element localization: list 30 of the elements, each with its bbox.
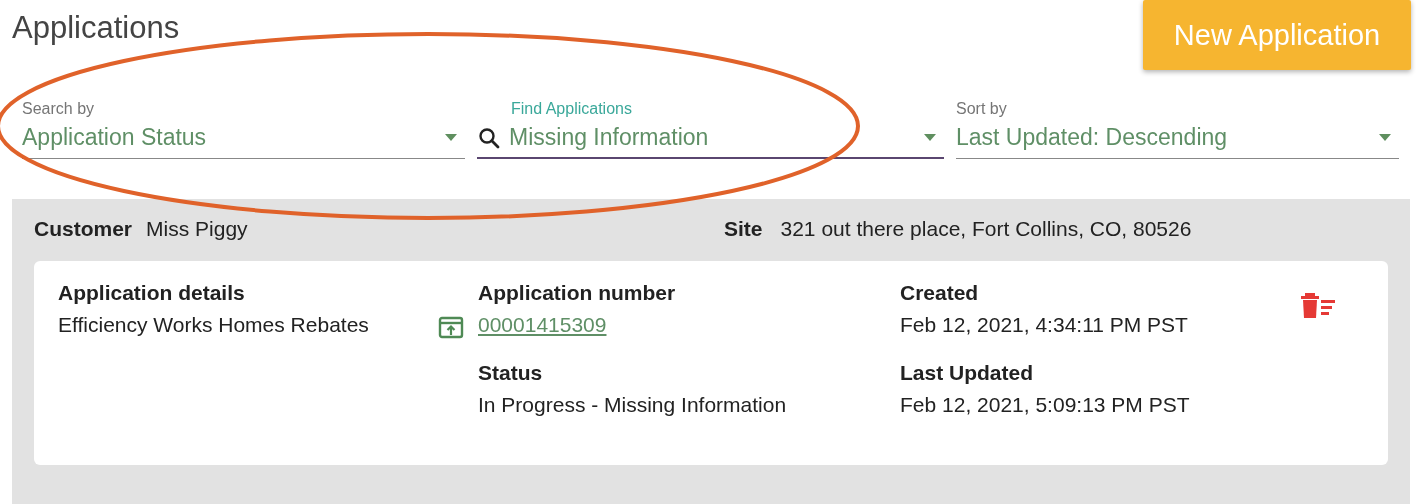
last-updated-label: Last Updated [900, 361, 1034, 385]
details-label: Application details [58, 281, 246, 305]
number-label: Application number [478, 281, 677, 305]
site-address: 321 out there place, Fort Collins, CO, 80526 [780, 217, 1192, 241]
page-title: Applications [12, 10, 180, 46]
select-field[interactable]: Sort by Last Updated: Descending [956, 100, 1399, 159]
customer-name: Miss Piggy [146, 217, 248, 241]
last-updated-value: Feb 12, 2021, 5:09:13 PM PST [900, 393, 1191, 417]
status-label: Status [478, 361, 544, 385]
created-label: Created [900, 281, 980, 305]
field-value: Missing Information [509, 124, 710, 151]
field-label: Search by [22, 100, 96, 118]
delete-icon[interactable] [1300, 291, 1336, 319]
caret-icon [1379, 134, 1391, 141]
search-field[interactable]: Find Applications Missing Information [477, 100, 944, 159]
created-value: Feb 12, 2021, 4:34:11 PM PST [900, 313, 1189, 337]
open-window-icon[interactable] [438, 315, 464, 339]
field-value: Last Updated: Descending [956, 124, 1229, 151]
caret-icon [445, 134, 457, 141]
caret-icon [924, 134, 936, 141]
search-icon [477, 125, 501, 150]
details-value: Efficiency Works Homes Rebates [58, 313, 370, 337]
field-value: Application Status [22, 124, 208, 151]
application-number-link[interactable]: 00001415309 [478, 313, 900, 337]
select-field[interactable]: Search by Application Status [22, 100, 465, 159]
field-label: Find Applications [510, 100, 633, 118]
status-value: In Progress - Missing Information [478, 393, 788, 417]
site-label: Site [724, 217, 763, 241]
customer-label: Customer [34, 217, 133, 241]
field-label: Sort by [956, 100, 1008, 118]
